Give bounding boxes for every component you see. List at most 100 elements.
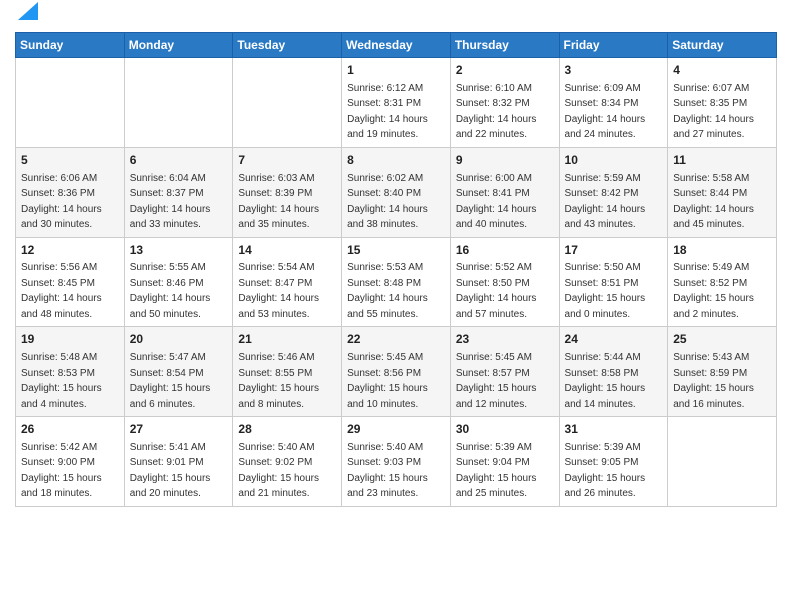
day-number: 7 bbox=[238, 152, 336, 169]
day-info: Sunrise: 6:10 AM Sunset: 8:32 PM Dayligh… bbox=[456, 83, 537, 141]
day-number: 23 bbox=[456, 331, 554, 348]
calendar-cell: 16 Sunrise: 5:52 AM Sunset: 8:50 PM Dayli… bbox=[450, 237, 559, 327]
day-number: 24 bbox=[565, 331, 663, 348]
calendar-cell: 10Sunrise: 5:59 AM Sunset: 8:42 PM Dayli… bbox=[559, 147, 668, 237]
day-number: 17 bbox=[565, 242, 663, 259]
calendar-cell: 14Sunrise: 5:54 AM Sunset: 8:47 PM Dayli… bbox=[233, 237, 342, 327]
day-number: 6 bbox=[130, 152, 228, 169]
day-info: Sunrise: 5:56 AM Sunset: 8:45 PM Dayligh… bbox=[21, 262, 102, 320]
calendar-day-header: Tuesday bbox=[233, 33, 342, 58]
calendar-cell: 20 Sunrise: 5:47 AM Sunset: 8:54 PM Dayli… bbox=[124, 327, 233, 417]
calendar-cell: 4 Sunrise: 6:07 AM Sunset: 8:35 PM Daylig… bbox=[668, 58, 777, 148]
day-number: 12 bbox=[21, 242, 119, 259]
logo bbox=[15, 10, 38, 24]
calendar-week-row: 26 Sunrise: 5:42 AM Sunset: 9:00 PM Dayli… bbox=[16, 417, 777, 507]
day-info: Sunrise: 5:39 AM Sunset: 9:05 PM Dayligh… bbox=[565, 442, 646, 500]
day-number: 27 bbox=[130, 421, 228, 438]
day-info: Sunrise: 6:12 AM Sunset: 8:31 PM Dayligh… bbox=[347, 83, 428, 141]
calendar-day-header: Saturday bbox=[668, 33, 777, 58]
calendar-cell: 1 Sunrise: 6:12 AM Sunset: 8:31 PM Daylig… bbox=[342, 58, 451, 148]
day-info: Sunrise: 5:59 AM Sunset: 8:42 PM Dayligh… bbox=[565, 173, 646, 231]
calendar-cell: 24 Sunrise: 5:44 AM Sunset: 8:58 PM Dayli… bbox=[559, 327, 668, 417]
calendar-day-header: Sunday bbox=[16, 33, 125, 58]
calendar-cell bbox=[124, 58, 233, 148]
day-number: 11 bbox=[673, 152, 771, 169]
header bbox=[15, 10, 777, 24]
calendar-cell: 19Sunrise: 5:48 AM Sunset: 8:53 PM Dayli… bbox=[16, 327, 125, 417]
calendar-cell: 2Sunrise: 6:10 AM Sunset: 8:32 PM Daylig… bbox=[450, 58, 559, 148]
calendar-cell: 29Sunrise: 5:40 AM Sunset: 9:03 PM Dayli… bbox=[342, 417, 451, 507]
calendar-table: SundayMondayTuesdayWednesdayThursdayFrid… bbox=[15, 32, 777, 507]
day-info: Sunrise: 6:04 AM Sunset: 8:37 PM Dayligh… bbox=[130, 173, 211, 231]
page: SundayMondayTuesdayWednesdayThursdayFrid… bbox=[0, 0, 792, 522]
day-number: 5 bbox=[21, 152, 119, 169]
calendar-cell: 17 Sunrise: 5:50 AM Sunset: 8:51 PM Dayli… bbox=[559, 237, 668, 327]
calendar-cell bbox=[668, 417, 777, 507]
day-info: Sunrise: 6:07 AM Sunset: 8:35 PM Dayligh… bbox=[673, 83, 754, 141]
day-number: 19 bbox=[21, 331, 119, 348]
calendar-day-header: Friday bbox=[559, 33, 668, 58]
day-info: Sunrise: 6:02 AM Sunset: 8:40 PM Dayligh… bbox=[347, 173, 428, 231]
day-number: 20 bbox=[130, 331, 228, 348]
calendar-cell: 12 Sunrise: 5:56 AM Sunset: 8:45 PM Dayli… bbox=[16, 237, 125, 327]
day-number: 15 bbox=[347, 242, 445, 259]
day-number: 29 bbox=[347, 421, 445, 438]
calendar-day-header: Monday bbox=[124, 33, 233, 58]
calendar-cell: 23 Sunrise: 5:45 AM Sunset: 8:57 PM Dayli… bbox=[450, 327, 559, 417]
day-number: 18 bbox=[673, 242, 771, 259]
day-number: 14 bbox=[238, 242, 336, 259]
calendar-cell: 3 Sunrise: 6:09 AM Sunset: 8:34 PM Daylig… bbox=[559, 58, 668, 148]
calendar-cell: 7 Sunrise: 6:03 AM Sunset: 8:39 PM Daylig… bbox=[233, 147, 342, 237]
day-number: 28 bbox=[238, 421, 336, 438]
calendar-cell: 31 Sunrise: 5:39 AM Sunset: 9:05 PM Dayli… bbox=[559, 417, 668, 507]
day-info: Sunrise: 5:43 AM Sunset: 8:59 PM Dayligh… bbox=[673, 352, 754, 410]
day-info: Sunrise: 5:50 AM Sunset: 8:51 PM Dayligh… bbox=[565, 262, 646, 320]
day-info: Sunrise: 6:06 AM Sunset: 8:36 PM Dayligh… bbox=[21, 173, 102, 231]
day-number: 9 bbox=[456, 152, 554, 169]
day-number: 25 bbox=[673, 331, 771, 348]
calendar-week-row: 12 Sunrise: 5:56 AM Sunset: 8:45 PM Dayli… bbox=[16, 237, 777, 327]
calendar-week-row: 5 Sunrise: 6:06 AM Sunset: 8:36 PM Daylig… bbox=[16, 147, 777, 237]
day-number: 30 bbox=[456, 421, 554, 438]
day-info: Sunrise: 6:09 AM Sunset: 8:34 PM Dayligh… bbox=[565, 83, 646, 141]
day-info: Sunrise: 5:45 AM Sunset: 8:56 PM Dayligh… bbox=[347, 352, 428, 410]
calendar-week-row: 1 Sunrise: 6:12 AM Sunset: 8:31 PM Daylig… bbox=[16, 58, 777, 148]
day-info: Sunrise: 6:03 AM Sunset: 8:39 PM Dayligh… bbox=[238, 173, 319, 231]
day-info: Sunrise: 5:52 AM Sunset: 8:50 PM Dayligh… bbox=[456, 262, 537, 320]
day-info: Sunrise: 5:39 AM Sunset: 9:04 PM Dayligh… bbox=[456, 442, 537, 500]
calendar-cell: 9 Sunrise: 6:00 AM Sunset: 8:41 PM Daylig… bbox=[450, 147, 559, 237]
day-info: Sunrise: 5:44 AM Sunset: 8:58 PM Dayligh… bbox=[565, 352, 646, 410]
calendar-cell: 5 Sunrise: 6:06 AM Sunset: 8:36 PM Daylig… bbox=[16, 147, 125, 237]
calendar-cell: 22 Sunrise: 5:45 AM Sunset: 8:56 PM Dayli… bbox=[342, 327, 451, 417]
day-info: Sunrise: 5:46 AM Sunset: 8:55 PM Dayligh… bbox=[238, 352, 319, 410]
day-info: Sunrise: 5:42 AM Sunset: 9:00 PM Dayligh… bbox=[21, 442, 102, 500]
day-number: 16 bbox=[456, 242, 554, 259]
calendar-cell: 11 Sunrise: 5:58 AM Sunset: 8:44 PM Dayli… bbox=[668, 147, 777, 237]
day-number: 1 bbox=[347, 62, 445, 79]
day-number: 21 bbox=[238, 331, 336, 348]
calendar-cell: 25 Sunrise: 5:43 AM Sunset: 8:59 PM Dayli… bbox=[668, 327, 777, 417]
day-number: 26 bbox=[21, 421, 119, 438]
day-info: Sunrise: 5:40 AM Sunset: 9:02 PM Dayligh… bbox=[238, 442, 319, 500]
day-number: 13 bbox=[130, 242, 228, 259]
day-number: 22 bbox=[347, 331, 445, 348]
calendar-cell: 8Sunrise: 6:02 AM Sunset: 8:40 PM Daylig… bbox=[342, 147, 451, 237]
calendar-cell bbox=[16, 58, 125, 148]
day-number: 31 bbox=[565, 421, 663, 438]
day-info: Sunrise: 5:47 AM Sunset: 8:54 PM Dayligh… bbox=[130, 352, 211, 410]
calendar-day-header: Wednesday bbox=[342, 33, 451, 58]
calendar-cell: 15 Sunrise: 5:53 AM Sunset: 8:48 PM Dayli… bbox=[342, 237, 451, 327]
calendar-cell: 6 Sunrise: 6:04 AM Sunset: 8:37 PM Daylig… bbox=[124, 147, 233, 237]
calendar-cell: 18Sunrise: 5:49 AM Sunset: 8:52 PM Dayli… bbox=[668, 237, 777, 327]
day-info: Sunrise: 5:53 AM Sunset: 8:48 PM Dayligh… bbox=[347, 262, 428, 320]
calendar-day-header: Thursday bbox=[450, 33, 559, 58]
day-info: Sunrise: 5:45 AM Sunset: 8:57 PM Dayligh… bbox=[456, 352, 537, 410]
calendar-cell: 21 Sunrise: 5:46 AM Sunset: 8:55 PM Dayli… bbox=[233, 327, 342, 417]
calendar-cell: 26 Sunrise: 5:42 AM Sunset: 9:00 PM Dayli… bbox=[16, 417, 125, 507]
logo-icon bbox=[16, 2, 38, 24]
day-number: 3 bbox=[565, 62, 663, 79]
calendar-header-row: SundayMondayTuesdayWednesdayThursdayFrid… bbox=[16, 33, 777, 58]
day-info: Sunrise: 5:58 AM Sunset: 8:44 PM Dayligh… bbox=[673, 173, 754, 231]
day-info: Sunrise: 6:00 AM Sunset: 8:41 PM Dayligh… bbox=[456, 173, 537, 231]
day-number: 4 bbox=[673, 62, 771, 79]
